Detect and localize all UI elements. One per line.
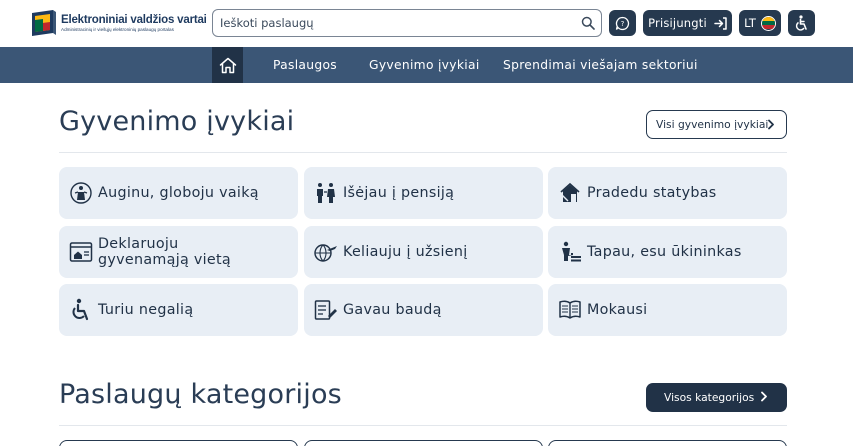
- life-event-card-child[interactable]: Auginu, globoju vaiką: [59, 167, 298, 219]
- farmer-icon: [562, 241, 581, 262]
- nav-item-public-sector[interactable]: Sprendimai viešajam sektoriui: [503, 47, 698, 83]
- all-categories-button[interactable]: Visos kategorijos: [646, 383, 787, 412]
- svg-text:?: ?: [621, 20, 625, 28]
- residence-icon: [69, 242, 93, 262]
- life-event-label: Pradedu statybas: [587, 185, 717, 201]
- life-event-card-fine[interactable]: Gavau baudą: [304, 284, 543, 336]
- login-button[interactable]: Prisijungti: [643, 10, 732, 36]
- category-card[interactable]: [548, 440, 787, 446]
- site-logo[interactable]: Elektroniniai valdžios vartai Administra…: [31, 9, 207, 37]
- life-event-label: Mokausi: [587, 302, 648, 318]
- life-event-label: Auginu, globoju vaiką: [98, 185, 259, 201]
- section-divider: [59, 425, 787, 426]
- logo-mark-icon: [31, 9, 57, 37]
- all-categories-label: Visos kategorijos: [664, 391, 755, 404]
- all-life-events-label: Visi gyvenimo įvykiai: [656, 118, 769, 131]
- language-label: LT: [744, 16, 756, 30]
- chevron-right-icon: [761, 391, 767, 402]
- life-event-label-line1: Deklaruoju: [98, 236, 179, 252]
- life-event-card-residence[interactable]: Deklaruoju gyvenamąją vietą: [59, 226, 298, 278]
- disability-icon: [72, 298, 89, 321]
- accessibility-button[interactable]: [788, 10, 815, 36]
- education-icon: [559, 300, 581, 319]
- nav-item-services[interactable]: Paslaugos: [273, 47, 337, 83]
- nav-home[interactable]: [212, 47, 243, 83]
- life-event-label: Keliauju į užsienį: [343, 244, 468, 260]
- life-event-label: Turiu negalią: [98, 302, 194, 318]
- main-navigation: Paslaugos Gyvenimo įvykiai Sprendimai vi…: [0, 47, 853, 83]
- login-label: Prisijungti: [648, 16, 707, 30]
- travel-icon: [314, 244, 337, 262]
- chat-button[interactable]: ?: [609, 10, 636, 36]
- section-divider: [59, 152, 787, 153]
- life-event-card-farmer[interactable]: Tapau, esu ūkininkas: [548, 226, 787, 278]
- search-box: [212, 9, 602, 37]
- search-icon[interactable]: [581, 16, 595, 30]
- chat-help-icon: ?: [615, 16, 630, 30]
- all-life-events-button[interactable]: Visi gyvenimo įvykiai: [646, 110, 787, 139]
- login-icon: [714, 16, 727, 30]
- fine-icon: [314, 300, 337, 320]
- life-event-card-travel[interactable]: Keliauju į užsienį: [304, 226, 543, 278]
- pension-icon: [317, 183, 335, 203]
- categories-title: Paslaugų kategorijos: [59, 379, 342, 410]
- category-card[interactable]: [59, 440, 298, 446]
- chevron-right-icon: [768, 119, 774, 130]
- nav-item-life-events[interactable]: Gyvenimo įvykiai: [369, 47, 480, 83]
- search-input[interactable]: [213, 10, 563, 36]
- site-header: Elektroniniai valdžios vartai Administra…: [0, 0, 853, 47]
- language-switcher[interactable]: LT: [739, 10, 781, 36]
- life-event-card-construction[interactable]: Pradedu statybas: [548, 167, 787, 219]
- life-event-card-disability[interactable]: Turiu negalią: [59, 284, 298, 336]
- lithuania-flag-icon: [760, 15, 776, 31]
- life-event-label: Tapau, esu ūkininkas: [587, 244, 742, 260]
- life-event-label: Išėjau į pensiją: [343, 185, 455, 201]
- home-icon: [219, 57, 236, 73]
- category-card[interactable]: [304, 440, 543, 446]
- life-events-title: Gyvenimo įvykiai: [59, 106, 295, 137]
- life-event-card-pension[interactable]: Išėjau į pensiją: [304, 167, 543, 219]
- logo-title: Elektroniniai valdžios vartai: [61, 14, 207, 26]
- life-event-card-education[interactable]: Mokausi: [548, 284, 787, 336]
- life-event-label-line2: gyvenamąją vietą: [98, 252, 231, 268]
- child-care-icon: [70, 182, 92, 204]
- life-event-label: Gavau baudą: [343, 302, 442, 318]
- construction-icon: [560, 182, 580, 202]
- logo-subtitle: Administracinių ir viešųjų elektroninių …: [61, 27, 174, 32]
- wheelchair-icon: [795, 15, 807, 31]
